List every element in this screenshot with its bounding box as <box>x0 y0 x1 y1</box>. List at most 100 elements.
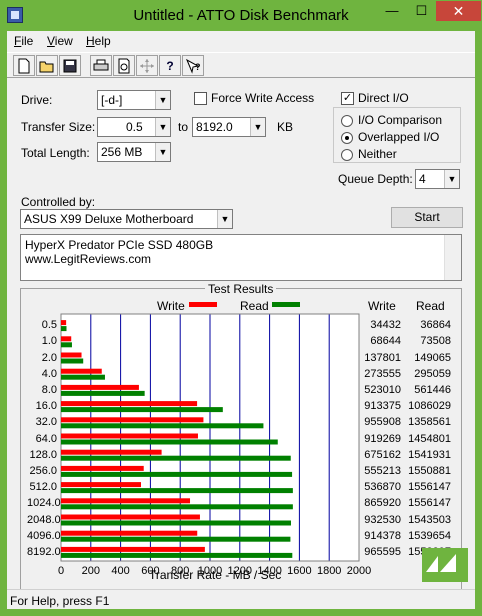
drive-value: [-d-] <box>101 93 123 107</box>
total-length-select[interactable]: 256 MB ▼ <box>97 142 171 162</box>
read-legend-swatch <box>272 302 300 307</box>
to-label: to <box>178 120 189 134</box>
transfer-size-row-label: 0.5 <box>41 319 57 332</box>
menu-file[interactable]: File <box>14 34 33 48</box>
context-help-icon[interactable]: ? <box>182 55 204 76</box>
io-comparison-label: I/O Comparison <box>358 113 443 127</box>
write-value: 536870 <box>364 481 401 494</box>
overlapped-io-radio[interactable] <box>341 132 353 144</box>
write-value: 955908 <box>364 416 401 429</box>
direct-io-label: Direct I/O <box>358 91 409 105</box>
force-write-label: Force Write Access <box>211 91 315 105</box>
read-value: 1550881 <box>408 464 451 477</box>
status-text: For Help, press F1 <box>10 594 110 608</box>
open-folder-icon[interactable] <box>36 55 58 76</box>
transfer-size-row-label: 64.0 <box>35 432 57 445</box>
direct-io-checkbox[interactable]: ✓ <box>341 92 354 105</box>
results-title: Test Results <box>205 282 277 296</box>
chevron-down-icon: ▼ <box>155 118 170 136</box>
neither-radio[interactable] <box>341 149 353 161</box>
chevron-down-icon: ▼ <box>250 118 265 136</box>
read-value: 1454801 <box>408 432 451 445</box>
write-value: 68644 <box>370 335 401 348</box>
controller-select[interactable]: ASUS X99 Deluxe Motherboard ▼ <box>20 209 233 229</box>
read-value: 1539654 <box>408 529 451 542</box>
write-column-header: Write <box>368 299 396 313</box>
queue-depth-select[interactable]: 4 ▼ <box>415 169 460 189</box>
transfer-size-row-label: 4.0 <box>41 367 57 380</box>
help-icon[interactable]: ? <box>159 55 181 76</box>
io-comparison-radio[interactable] <box>341 115 353 127</box>
write-value: 865920 <box>364 497 401 510</box>
drive-select[interactable]: [-d-] ▼ <box>97 90 171 110</box>
transfer-size-row-label: 2.0 <box>41 351 57 364</box>
write-value: 137801 <box>364 351 401 364</box>
kb-label: KB <box>277 120 294 134</box>
queue-depth-value: 4 <box>419 172 426 186</box>
description-textarea[interactable]: HyperX Predator PCIe SSD 480GB www.Legit… <box>20 234 462 281</box>
write-value: 965595 <box>364 545 401 558</box>
menu-bar: File View Help <box>7 31 475 51</box>
overlapped-io-label: Overlapped I/O <box>358 130 440 144</box>
transfer-size-row-label: 32.0 <box>35 416 57 429</box>
menu-view[interactable]: View <box>47 34 73 48</box>
x-axis-label: Transfer Rate - MB / Sec <box>149 568 282 582</box>
transfer-size-row-label: 16.0 <box>35 400 57 413</box>
neither-label: Neither <box>358 147 397 161</box>
controlled-by-label: Controlled by: <box>21 195 96 209</box>
controller-value: ASUS X99 Deluxe Motherboard <box>24 212 194 226</box>
total-length-label: Total Length: <box>21 146 90 160</box>
read-value: 149065 <box>414 351 451 364</box>
transfer-size-row-label: 512.0 <box>29 481 57 494</box>
chevron-down-icon: ▼ <box>217 210 232 228</box>
write-legend-swatch <box>189 302 217 307</box>
print-preview-icon[interactable] <box>113 55 135 76</box>
transfer-to-value: 8192.0 <box>196 120 233 134</box>
chevron-down-icon: ▼ <box>444 170 459 188</box>
client-area: File View Help ? ? Drive: [-d-] ▼ Force … <box>7 31 475 609</box>
minimize-button[interactable]: — <box>377 1 407 21</box>
read-value: 36864 <box>420 319 451 332</box>
transfer-size-row-label: 128.0 <box>29 448 57 461</box>
transfer-to-select[interactable]: 8192.0 ▼ <box>192 117 266 137</box>
read-value: 295059 <box>414 367 451 380</box>
write-value: 523010 <box>364 383 401 396</box>
chevron-down-icon: ▼ <box>155 143 170 161</box>
new-file-icon[interactable] <box>13 55 35 76</box>
start-button[interactable]: Start <box>391 207 463 228</box>
read-value: 1556147 <box>408 497 451 510</box>
maximize-button[interactable]: ☐ <box>408 1 435 21</box>
queue-depth-label: Queue Depth: <box>338 172 413 186</box>
transfer-from-select[interactable]: 0.5 ▼ <box>97 117 171 137</box>
transfer-size-label: Transfer Size: <box>21 120 96 134</box>
write-value: 675162 <box>364 448 401 461</box>
write-legend-label: Write <box>157 299 185 313</box>
read-value: 1543503 <box>408 513 451 526</box>
toolbar: ? ? <box>7 52 475 78</box>
transfer-from-value: 0.5 <box>126 120 143 134</box>
vertical-scrollbar[interactable] <box>444 235 461 280</box>
read-value: 1541931 <box>408 448 451 461</box>
description-line: HyperX Predator PCIe SSD 480GB <box>25 238 214 252</box>
save-icon[interactable] <box>59 55 81 76</box>
transfer-size-row-label: 8192.0 <box>27 545 61 558</box>
title-bar: Untitled - ATTO Disk Benchmark — ☐ ✕ <box>0 0 482 31</box>
transfer-size-row-label: 256.0 <box>29 464 57 477</box>
total-length-value: 256 MB <box>101 145 143 159</box>
move-icon <box>136 55 158 76</box>
description-line: www.LegitReviews.com <box>25 252 152 266</box>
write-value: 932530 <box>364 513 401 526</box>
menu-help[interactable]: Help <box>86 34 111 48</box>
write-value: 913375 <box>364 400 401 413</box>
transfer-size-row-label: 2048.0 <box>27 513 61 526</box>
force-write-checkbox[interactable] <box>194 92 207 105</box>
write-value: 34432 <box>370 319 401 332</box>
read-legend-label: Read <box>240 299 269 313</box>
print-icon[interactable] <box>90 55 112 76</box>
svg-text:?: ? <box>195 62 201 72</box>
read-value: 1358561 <box>408 416 451 429</box>
chevron-down-icon: ▼ <box>155 91 170 109</box>
transfer-size-row-label: 1024.0 <box>27 497 61 510</box>
close-button[interactable]: ✕ <box>436 1 481 21</box>
read-value: 1556147 <box>408 481 451 494</box>
